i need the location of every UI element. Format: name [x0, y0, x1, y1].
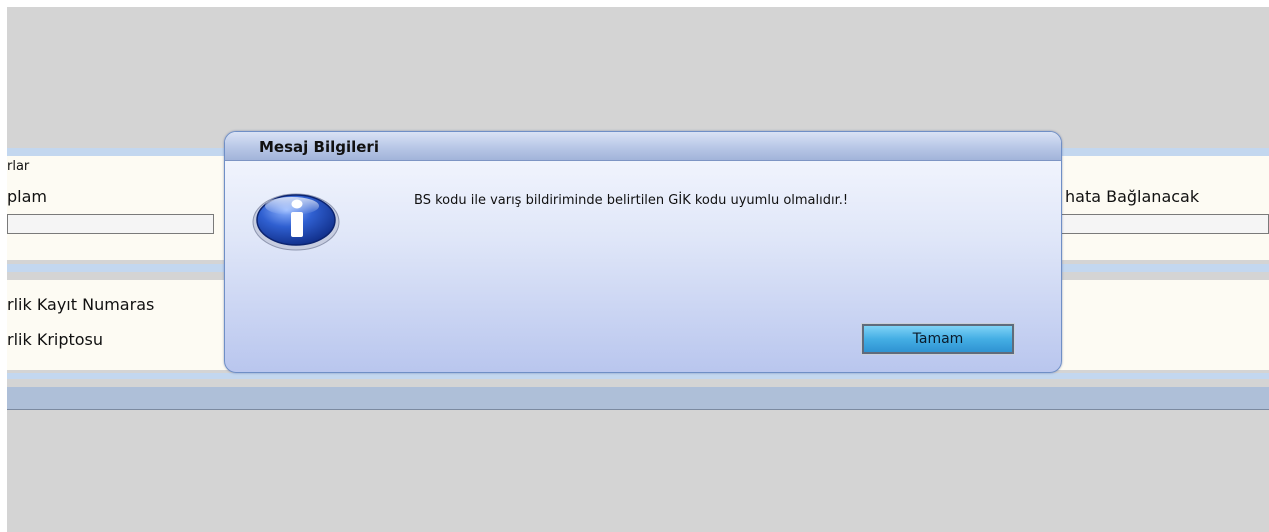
registry-number-label: rlik Kayıt Numaras — [7, 295, 155, 314]
bottom-toolbar — [7, 387, 1269, 410]
total-label: plam — [7, 187, 47, 206]
ok-button[interactable]: Tamam — [861, 323, 1015, 355]
dialog-titlebar[interactable]: Mesaj Bilgileri — [225, 132, 1061, 161]
section-divider-bottom — [7, 373, 1269, 379]
right-column-field[interactable] — [1061, 214, 1269, 234]
total-field[interactable] — [7, 214, 214, 234]
crypto-label: rlik Kriptosu — [7, 330, 104, 349]
dialog-message: BS kodu ile varış bildiriminde belirtile… — [414, 193, 849, 208]
message-dialog: Mesaj Bilgileri BS kodu ile varış bildir… — [224, 131, 1062, 373]
dialog-title: Mesaj Bilgileri — [259, 138, 379, 156]
info-icon — [252, 193, 340, 251]
screen: rlar plam hata Bağlanacak rlik Kayıt Num… — [0, 0, 1269, 532]
right-column-label: hata Bağlanacak — [1065, 187, 1200, 206]
section-header-label: rlar — [7, 159, 30, 174]
